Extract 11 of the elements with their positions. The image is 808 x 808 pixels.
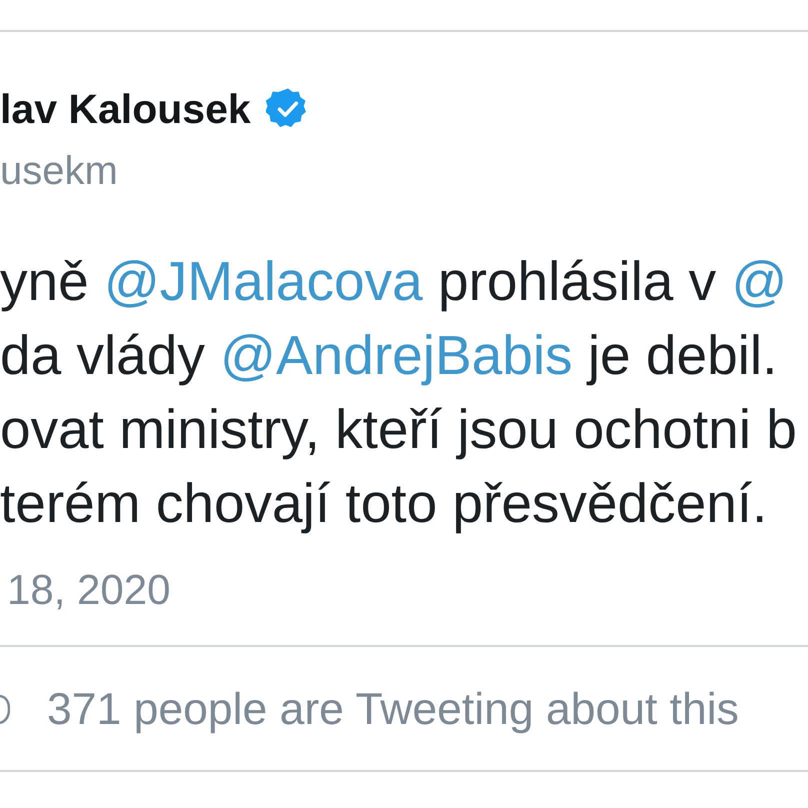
mention-link[interactable]: @JMalacova <box>104 250 423 312</box>
activity-link[interactable]: 371 people are Tweeting about this <box>47 683 739 737</box>
mention-link[interactable]: @AndrejBabis <box>220 324 573 386</box>
tweet-date[interactable]: 18, 2020 <box>7 566 170 614</box>
author-name[interactable]: lav Kalousek <box>0 85 251 133</box>
tweet-text: ovat ministry, kteří jsou ochotni b <box>0 397 797 462</box>
tweet-text: da vlády @AndrejBabis je debil. <box>0 323 778 388</box>
tweet-text: terém chovají toto přesvědčení. <box>0 471 768 536</box>
mention-link[interactable]: @ <box>731 250 788 312</box>
author-handle[interactable]: usekm <box>0 148 118 194</box>
tweet-text: yně @JMalacova prohlásila v @ <box>0 249 788 314</box>
